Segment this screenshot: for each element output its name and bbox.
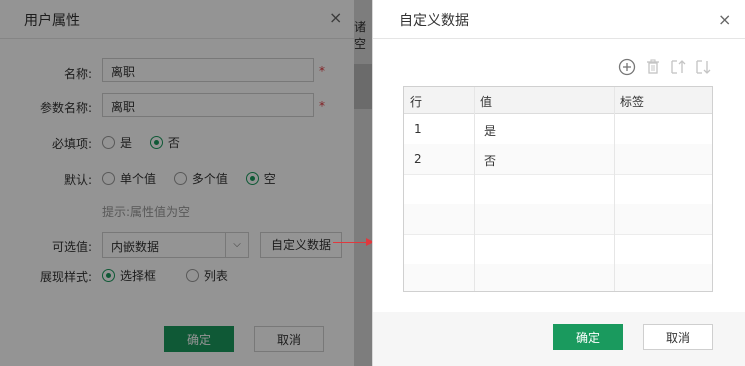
value-cell[interactable]: 是: [484, 122, 496, 139]
cancel-button[interactable]: 取消: [643, 324, 713, 350]
move-up-icon[interactable]: [668, 58, 688, 78]
table-header: 行 值 标签: [404, 87, 712, 114]
dialog-footer: 确定 取消: [373, 312, 745, 366]
move-down-icon[interactable]: [693, 58, 713, 78]
custom-data-dialog: 自定义数据 × 行 值 标签 1 是 2 否 确定 取消: [372, 0, 745, 366]
table-row[interactable]: [404, 174, 712, 205]
add-icon[interactable]: [617, 58, 637, 78]
table-row[interactable]: 1 是: [404, 114, 712, 145]
table-row[interactable]: [404, 204, 712, 235]
table-row[interactable]: [404, 234, 712, 265]
column-header-row: 行: [410, 95, 423, 109]
dialog-title: 自定义数据: [399, 13, 469, 29]
column-header-value: 值: [480, 95, 493, 109]
row-number-cell: 2: [414, 152, 422, 166]
close-icon[interactable]: ×: [718, 10, 731, 29]
dialog-header: 自定义数据 ×: [373, 0, 745, 39]
column-divider: [614, 87, 615, 291]
annotation-arrow-line: [333, 242, 367, 243]
column-header-label: 标签: [620, 95, 645, 109]
custom-data-table: 行 值 标签 1 是 2 否: [403, 86, 713, 292]
modal-overlay: [0, 0, 372, 366]
confirm-button[interactable]: 确定: [553, 324, 623, 350]
table-row[interactable]: [404, 264, 712, 291]
row-number-cell: 1: [414, 122, 422, 136]
table-row[interactable]: 2 否: [404, 144, 712, 175]
delete-icon[interactable]: [643, 58, 663, 78]
column-divider: [474, 87, 475, 291]
value-cell[interactable]: 否: [484, 152, 496, 169]
